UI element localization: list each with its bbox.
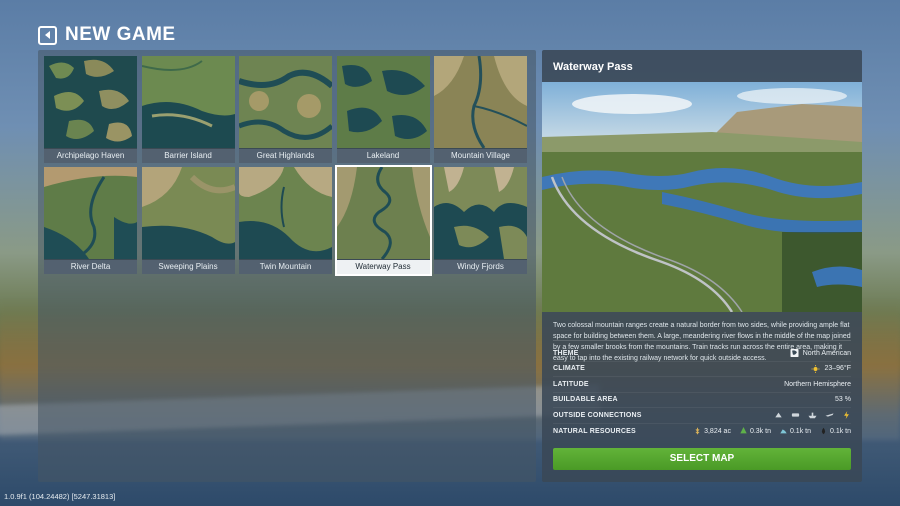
map-info-table: THEME North American CLIMATE 23–96°F LAT…	[553, 346, 851, 439]
outside-connections-label: OUTSIDE CONNECTIONS	[553, 411, 642, 419]
plane-icon	[825, 413, 834, 417]
map-tile-barrier-island[interactable]: Barrier Island	[141, 56, 235, 163]
map-thumbnail	[434, 56, 527, 148]
map-tile-label: Lakeland	[336, 149, 430, 163]
version-text: 1.0.9f1 (104.24482) [5247.31813]	[4, 492, 116, 501]
select-map-button[interactable]: SELECT MAP	[553, 448, 851, 470]
natural-resources-row: NATURAL RESOURCES 3,824 ac 0.3k tn 0.1k …	[553, 424, 851, 440]
climate-row: CLIMATE 23–96°F	[553, 362, 851, 377]
map-thumbnail	[336, 56, 430, 148]
map-tile-label: Mountain Village	[434, 149, 527, 163]
map-tile-windy-fjords[interactable]: Windy Fjords	[434, 167, 527, 274]
resource-forest: 0.3k tn	[739, 427, 771, 435]
map-tile-waterway-pass[interactable]: Waterway Pass	[334, 165, 432, 276]
resource-oil: 0.1k tn	[819, 427, 851, 435]
resource-ore: 0.1k tn	[779, 427, 811, 435]
ship-icon	[808, 412, 817, 419]
resource-value: 3,824 ac	[704, 427, 731, 435]
sun-icon	[811, 364, 820, 373]
map-tile-twin-mountain[interactable]: Twin Mountain	[239, 167, 332, 274]
north-america-flag-icon	[790, 349, 799, 358]
map-thumbnail	[141, 56, 235, 148]
resource-value: 0.3k tn	[749, 427, 771, 435]
back-arrow-icon	[44, 31, 50, 39]
resource-value: 0.1k tn	[789, 427, 811, 435]
map-thumbnail	[434, 167, 527, 259]
map-preview-image	[542, 82, 862, 312]
map-tile-label: Barrier Island	[141, 149, 235, 163]
latitude-label: LATITUDE	[553, 380, 589, 388]
power-icon	[844, 411, 849, 420]
latitude-value: Northern Hemisphere	[784, 380, 851, 388]
map-tile-lakeland[interactable]: Lakeland	[336, 56, 430, 163]
map-thumbnail	[141, 167, 235, 259]
map-tile-label: River Delta	[44, 260, 137, 274]
map-details-title: Waterway Pass	[553, 61, 633, 73]
map-tile-archipelago-haven[interactable]: Archipelago Haven	[44, 56, 137, 163]
map-thumbnail	[336, 167, 430, 259]
road-icon	[775, 412, 782, 418]
natural-resources-label: NATURAL RESOURCES	[553, 427, 636, 435]
map-list-panel: Archipelago Haven Barrier Island Great H…	[38, 50, 536, 482]
map-tile-mountain-village[interactable]: Mountain Village	[434, 56, 527, 163]
climate-label: CLIMATE	[553, 365, 585, 373]
map-tile-label: Great Highlands	[239, 149, 332, 163]
map-details-panel: Waterway Pass Two colossal mountain rang…	[542, 50, 862, 482]
theme-label: THEME	[553, 349, 579, 357]
map-tile-label: Windy Fjords	[434, 260, 527, 274]
map-tile-label: Twin Mountain	[239, 260, 332, 274]
map-tile-great-highlands[interactable]: Great Highlands	[239, 56, 332, 163]
map-thumbnail	[239, 56, 332, 148]
theme-row: THEME North American	[553, 346, 851, 362]
map-thumbnail	[44, 56, 137, 148]
train-icon	[791, 413, 800, 417]
ore-icon	[780, 429, 787, 434]
map-tile-river-delta[interactable]: River Delta	[44, 167, 137, 274]
buildable-area-row: BUILDABLE AREA 53 %	[553, 393, 851, 408]
latitude-row: LATITUDE Northern Hemisphere	[553, 377, 851, 393]
page-title: NEW GAME	[65, 24, 176, 45]
resource-value: 0.1k tn	[829, 427, 851, 435]
header: NEW GAME	[38, 24, 176, 46]
map-tile-label: Sweeping Plains	[141, 260, 235, 274]
forest-icon	[740, 427, 747, 434]
map-thumbnail	[44, 167, 137, 259]
map-grid: Archipelago Haven Barrier Island Great H…	[44, 56, 527, 276]
climate-value: 23–96°F	[824, 365, 851, 373]
back-button[interactable]	[38, 25, 57, 45]
theme-value: North American	[802, 349, 851, 357]
fertile-land-icon	[695, 428, 700, 435]
oil-icon	[821, 428, 826, 435]
map-thumbnail	[239, 167, 332, 259]
map-tile-label: Archipelago Haven	[44, 149, 137, 163]
map-tile-sweeping-plains[interactable]: Sweeping Plains	[141, 167, 235, 274]
resource-fertile-land: 3,824 ac	[693, 427, 731, 435]
divider	[553, 340, 851, 341]
map-tile-label: Waterway Pass	[336, 260, 430, 274]
buildable-area-label: BUILDABLE AREA	[553, 396, 618, 404]
buildable-area-value: 53 %	[835, 396, 851, 404]
outside-connections-row: OUTSIDE CONNECTIONS	[553, 408, 851, 424]
